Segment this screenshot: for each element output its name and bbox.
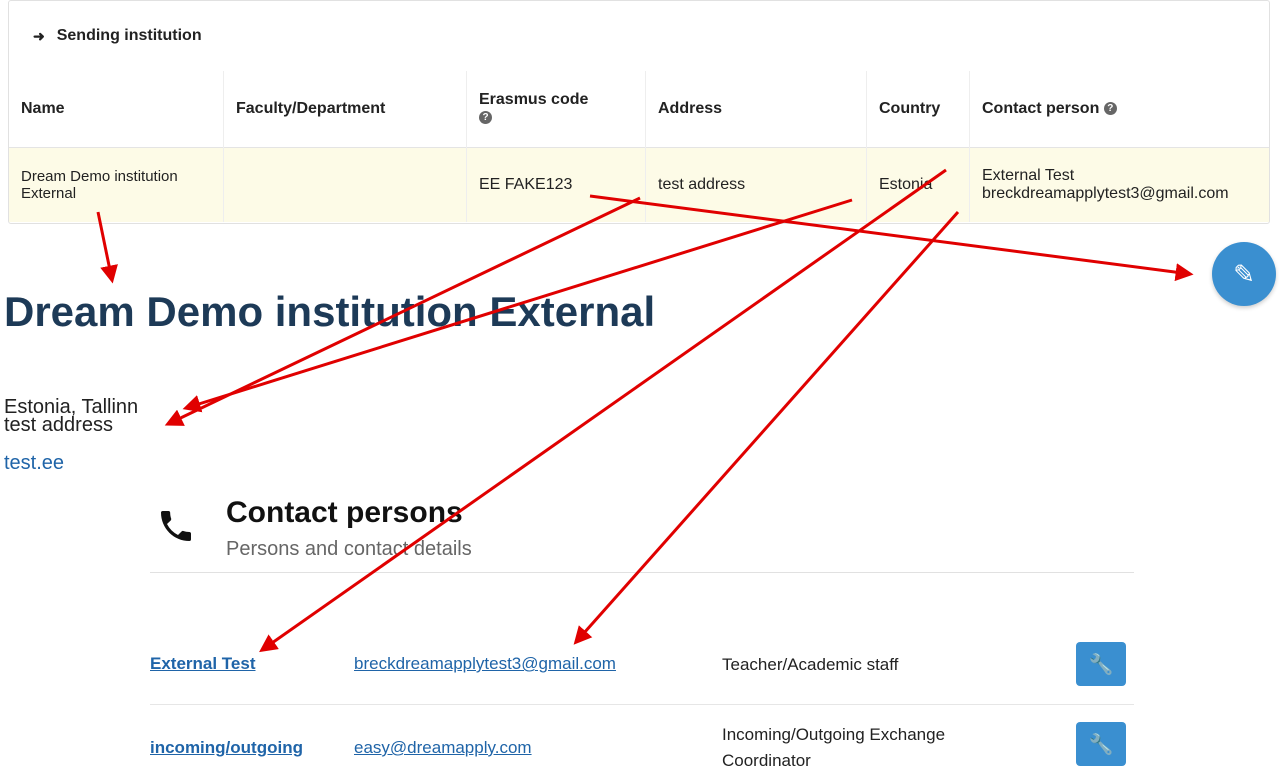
column-contact-person: Contact person ? bbox=[970, 71, 1270, 148]
arrow-contact-email bbox=[573, 211, 960, 645]
cell-country: Estonia bbox=[866, 147, 970, 222]
cell-contact-person: External Test breckdreamapplytest3@gmail… bbox=[969, 147, 1269, 222]
cell-address: test address bbox=[645, 147, 867, 222]
column-country: Country bbox=[866, 71, 970, 148]
section-divider bbox=[150, 572, 1134, 573]
list-item: External Test breckdreamapplytest3@gmail… bbox=[150, 640, 1134, 700]
institution-title: Dream Demo institution External bbox=[4, 288, 656, 335]
edit-contact-button[interactable]: 🔧 bbox=[1076, 642, 1126, 686]
institution-address-text: test address bbox=[4, 414, 113, 436]
column-address: Address bbox=[645, 71, 867, 148]
contact-person-label: Contact person bbox=[982, 100, 1100, 117]
institution-website-line: test.ee bbox=[4, 452, 64, 475]
question-circle-icon[interactable]: ? bbox=[479, 111, 492, 125]
contact-persons-title: Contact persons bbox=[226, 496, 463, 529]
sign-out-icon: ➜ bbox=[33, 27, 45, 44]
sending-institution-panel: ➜ Sending institution Name Faculty/Depar… bbox=[8, 0, 1270, 224]
wrench-icon: 🔧 bbox=[1088, 733, 1114, 756]
list-item: incoming/outgoing easy@dreamapply.com In… bbox=[150, 716, 1134, 776]
table-row: Dream Demo institution External EE FAKE1… bbox=[9, 147, 1269, 222]
contact-email: breckdreamapplytest3@gmail.com bbox=[982, 185, 1229, 202]
institution-website-link[interactable]: test.ee bbox=[4, 452, 64, 474]
contact-name-link[interactable]: incoming/outgoing bbox=[150, 738, 303, 758]
contact-name-link[interactable]: External Test bbox=[150, 654, 256, 674]
institution-table: Name Faculty/Department Erasmus code ? A… bbox=[9, 71, 1269, 222]
contact-name: External Test bbox=[982, 167, 1075, 184]
column-name: Name bbox=[9, 71, 224, 148]
panel-header: ➜ Sending institution bbox=[33, 27, 202, 45]
edit-contact-button[interactable]: 🔧 bbox=[1076, 722, 1126, 766]
column-erasmus-code: Erasmus code ? bbox=[466, 71, 646, 148]
column-faculty: Faculty/Department bbox=[223, 71, 467, 148]
contact-persons-subtitle: Persons and contact details bbox=[226, 538, 472, 560]
question-circle-icon[interactable]: ? bbox=[1103, 102, 1117, 116]
cell-erasmus-code: EE FAKE123 bbox=[466, 147, 646, 222]
pencil-icon: ✎ bbox=[1233, 258, 1255, 289]
cell-faculty bbox=[223, 147, 467, 222]
phone-icon bbox=[156, 504, 196, 558]
contact-role: Teacher/Academic staff bbox=[722, 655, 899, 674]
edit-button[interactable]: ✎ bbox=[1212, 242, 1276, 306]
table-header-row: Name Faculty/Department Erasmus code ? A… bbox=[9, 71, 1269, 148]
panel-title: Sending institution bbox=[56, 27, 202, 44]
contact-email-link[interactable]: breckdreamapplytest3@gmail.com bbox=[354, 654, 616, 674]
wrench-icon: 🔧 bbox=[1088, 653, 1114, 676]
contact-email-link[interactable]: easy@dreamapply.com bbox=[354, 738, 532, 758]
erasmus-code-label: Erasmus code bbox=[479, 91, 589, 108]
cell-name: Dream Demo institution External bbox=[9, 147, 224, 222]
contact-role: Incoming/Outgoing Exchange Coordinator bbox=[722, 725, 946, 770]
arrow-contact-name bbox=[259, 168, 947, 653]
row-divider bbox=[150, 704, 1134, 705]
